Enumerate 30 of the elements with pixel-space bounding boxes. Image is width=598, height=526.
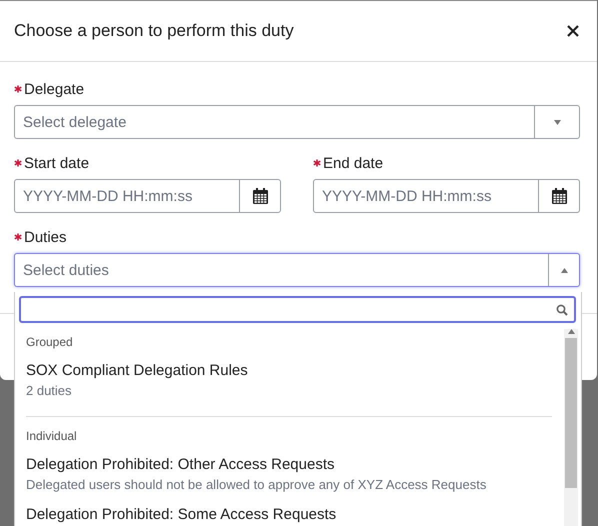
close-button[interactable] [565,23,581,39]
duties-select[interactable]: Select duties [14,253,580,287]
field-label: Start date [24,154,90,172]
close-icon [567,25,579,37]
delegate-select[interactable]: Select delegate [14,105,580,139]
option-title[interactable]: Delegation Prohibited: Other Access Requests [26,455,552,475]
option-description: Delegated users should not be allowed to approve any of XYZ Access Requests [26,476,488,494]
field-label: End date [323,154,384,172]
required-icon [313,159,321,167]
scrollbar[interactable] [564,329,578,526]
required-icon [14,159,22,167]
date-field[interactable]: YYYY-MM-DD HH:mm:ss [313,179,580,213]
caret-icon [554,120,560,124]
option-description: 2 duties [26,382,73,400]
field-label: Duties [24,228,67,246]
search-icon [556,304,568,316]
option-title[interactable]: Delegation Prohibited: Some Access Requests [26,505,552,525]
group-heading: Individual [26,428,78,445]
caret-icon [560,268,568,272]
option-title[interactable]: SOX Compliant Delegation Rules [26,361,552,381]
caret-icon [568,329,574,334]
calendar-icon [252,188,268,204]
date-field[interactable]: YYYY-MM-DD HH:mm:ss [14,179,281,213]
field-label: Delegate [24,80,84,98]
required-icon [14,233,22,241]
group-heading: Grouped [26,334,74,351]
calendar-icon [552,188,566,204]
dialog-title: Choose a person to perform this duty [14,21,294,41]
search-field[interactable] [19,296,576,323]
required-icon [14,85,22,93]
